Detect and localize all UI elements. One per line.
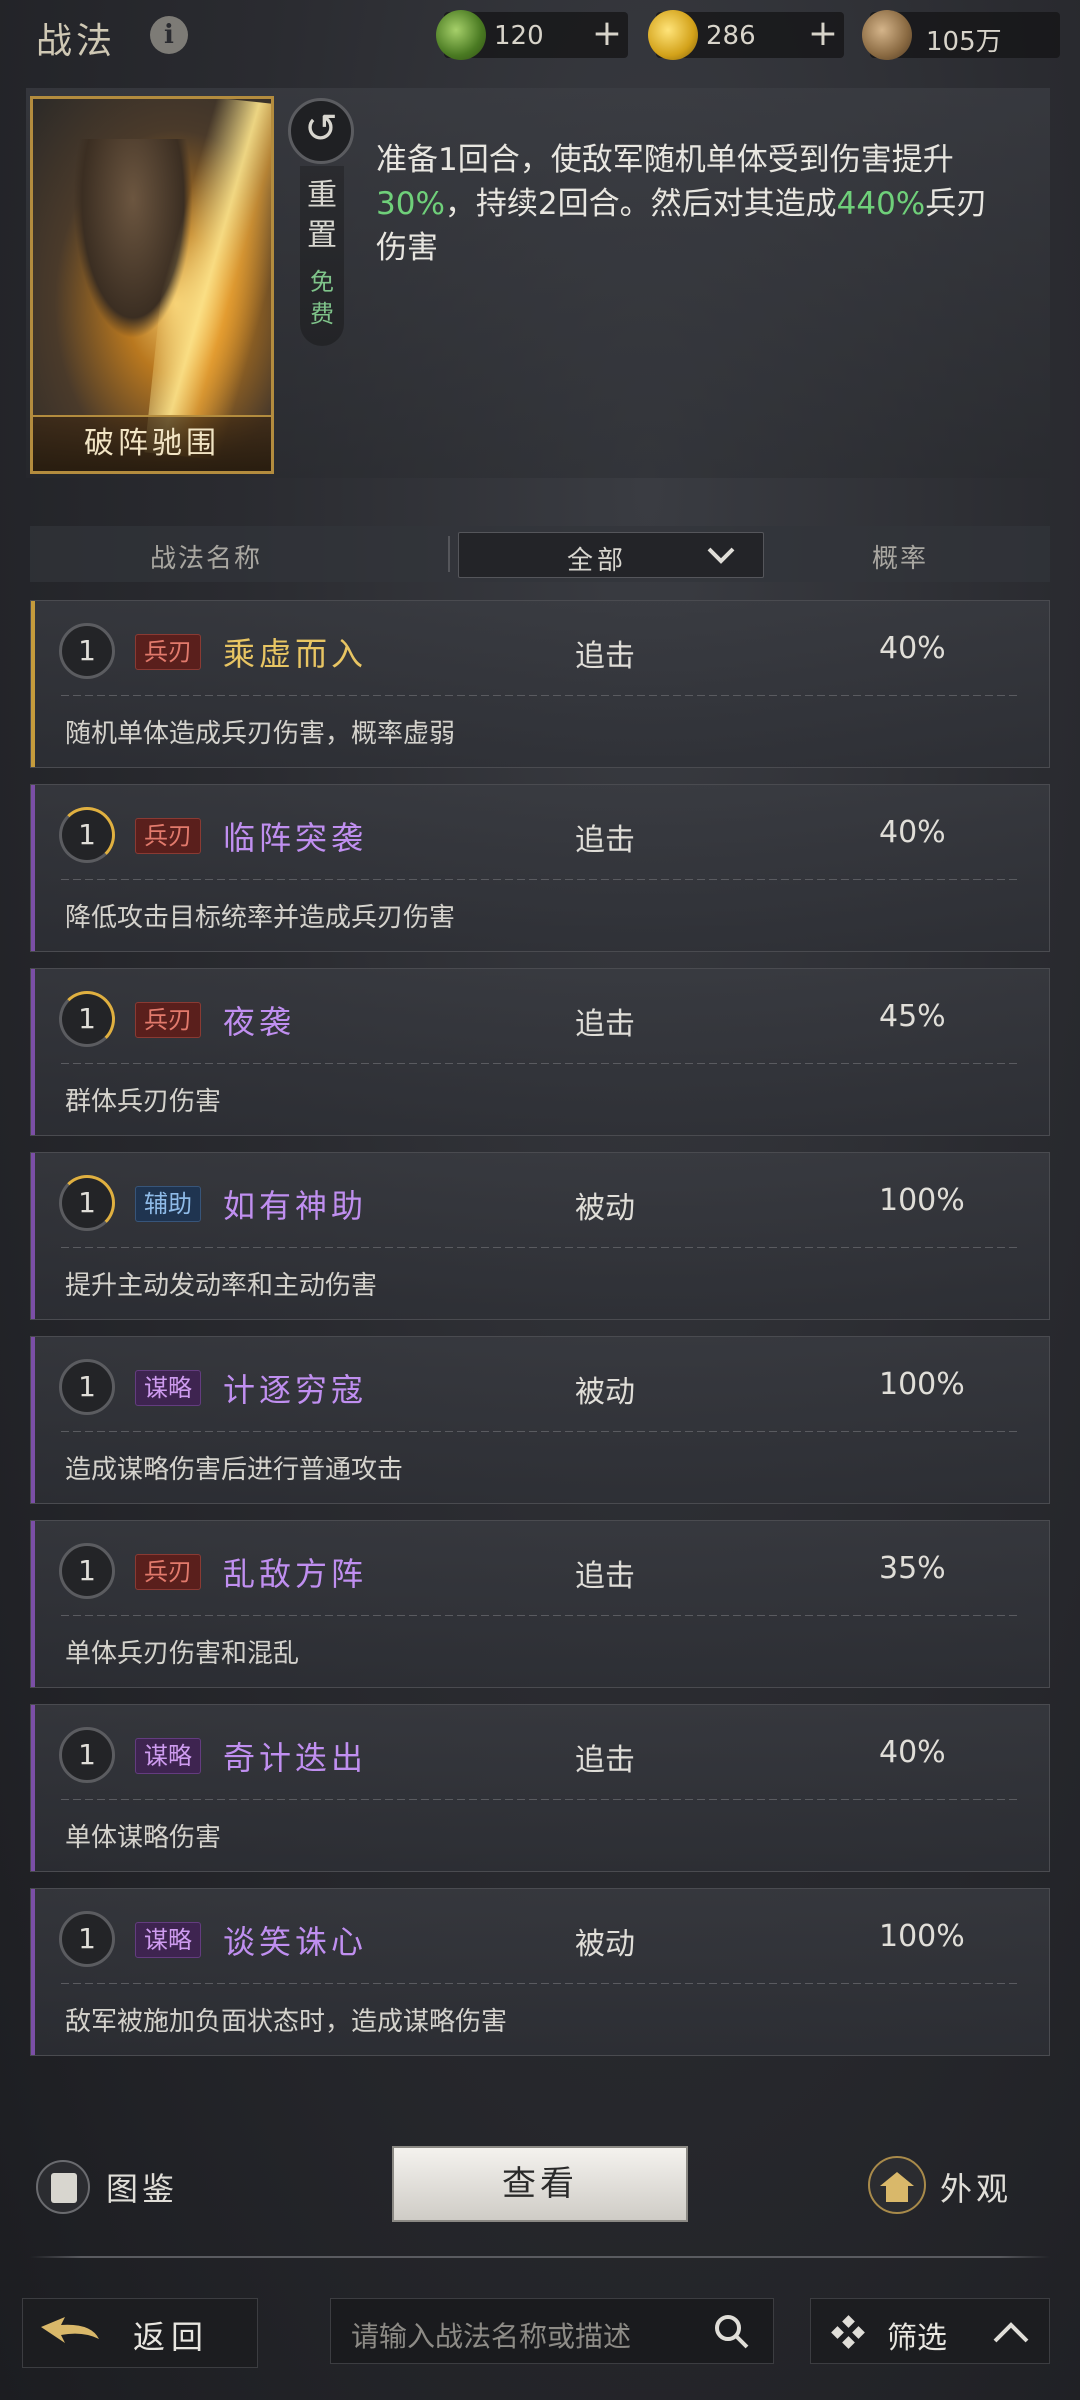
skill-prob: 40% — [879, 1735, 946, 1770]
skill-summary: 敌军被施加负面状态时，造成谋略伤害 — [65, 2007, 508, 2037]
skill-description: 准备1回合，使敌军随机单体受到伤害提升30%，持续2回合。然后对其造成440%兵… — [376, 142, 988, 266]
free-label: 免费 — [310, 268, 334, 328]
skill-row[interactable]: 1 谋略 奇计迭出 追击 40% 单体谋略伤害 — [30, 1704, 1050, 1872]
add-gold-button[interactable]: + — [808, 13, 838, 54]
skill-row[interactable]: 1 兵刃 乱敌方阵 追击 35% 单体兵刃伤害和混乱 — [30, 1520, 1050, 1688]
skill-name: 乘虚而入 — [223, 635, 368, 673]
chevron-up-icon — [993, 2322, 1029, 2343]
currency-gold: 286 + — [648, 10, 844, 60]
skill-summary: 单体兵刃伤害和混乱 — [65, 1639, 300, 1669]
codex-button[interactable]: 图鉴 — [106, 2164, 178, 2210]
skill-prob: 45% — [879, 999, 946, 1034]
skill-type: 追击 — [575, 823, 635, 858]
search-placeholder: 请输入战法名称或描述 — [351, 2320, 632, 2353]
skill-summary: 单体谋略伤害 — [65, 1823, 222, 1853]
skill-prob: 100% — [879, 1367, 965, 1402]
filter-label: 筛选 — [887, 2321, 947, 2356]
currency-jade: 120 + — [436, 10, 628, 60]
back-button[interactable]: 返回 — [22, 2298, 258, 2368]
pavilion-icon[interactable] — [868, 2156, 926, 2214]
skill-type: 追击 — [575, 1559, 635, 1594]
level-badge: 1 — [59, 991, 115, 1047]
skill-prob: 40% — [879, 815, 946, 850]
skill-row[interactable]: 1 辅助 如有神助 被动 100% 提升主动发动率和主动伤害 — [30, 1152, 1050, 1320]
info-icon[interactable]: i — [150, 16, 188, 54]
skill-row[interactable]: 1 谋略 谈笑诛心 被动 100% 敌军被施加负面状态时，造成谋略伤害 — [30, 1888, 1050, 2056]
filter-icon — [831, 2315, 865, 2349]
page-title: 战法 — [36, 21, 117, 62]
skill-prob: 100% — [879, 1919, 965, 1954]
skill-row[interactable]: 1 兵刃 临阵突袭 追击 40% 降低攻击目标统率并造成兵刃伤害 — [30, 784, 1050, 952]
skill-type: 被动 — [575, 1375, 635, 1410]
skill-name: 乱敌方阵 — [223, 1555, 368, 1593]
skill-row[interactable]: 1 兵刃 夜袭 追击 45% 群体兵刃伤害 — [30, 968, 1050, 1136]
name-column-header: 战法名称 — [150, 544, 263, 574]
dropdown-value: 全部 — [567, 546, 628, 576]
codex-icon[interactable] — [36, 2160, 90, 2214]
skill-card[interactable]: 破阵驰围 — [30, 96, 274, 474]
level-badge: 1 — [59, 807, 115, 863]
skill-tag: 兵刃 — [135, 634, 201, 670]
skill-tag: 辅助 — [135, 1186, 201, 1222]
skill-summary: 群体兵刃伤害 — [65, 1087, 222, 1117]
currency-copper: 105万 — [862, 10, 1060, 60]
copper-coin-icon — [862, 10, 912, 60]
skill-tag: 兵刃 — [135, 1554, 201, 1590]
skill-name: 临阵突袭 — [223, 819, 368, 857]
prob-column-header: 概率 — [872, 544, 929, 574]
currency-value: 120 — [494, 21, 544, 51]
chevron-down-icon — [707, 547, 735, 564]
skill-type: 追击 — [575, 1743, 635, 1778]
skill-name: 谈笑诛心 — [223, 1923, 368, 1961]
skill-prob: 40% — [879, 631, 946, 666]
skill-row[interactable]: 1 谋略 计逐穷寇 被动 100% 造成谋略伤害后进行普通攻击 — [30, 1336, 1050, 1504]
level-badge: 1 — [59, 1543, 115, 1599]
skill-name: 如有神助 — [223, 1187, 368, 1225]
skill-name: 奇计迭出 — [223, 1739, 368, 1777]
skill-name: 计逐穷寇 — [223, 1371, 368, 1409]
search-input[interactable]: 请输入战法名称或描述 — [330, 2298, 774, 2364]
skill-tag: 谋略 — [135, 1738, 201, 1774]
skill-tag: 兵刃 — [135, 818, 201, 854]
skill-tag: 谋略 — [135, 1922, 201, 1958]
view-button[interactable]: 查看 — [392, 2146, 688, 2222]
skill-name: 夜袭 — [223, 1003, 296, 1041]
skill-prob: 100% — [879, 1183, 965, 1218]
skill-card-name: 破阵驰围 — [33, 415, 271, 471]
currency-value: 286 — [706, 21, 756, 51]
skill-summary: 降低攻击目标统率并造成兵刃伤害 — [65, 903, 456, 933]
level-badge: 1 — [59, 1911, 115, 1967]
search-icon[interactable] — [713, 2313, 751, 2351]
skill-type: 被动 — [575, 1927, 635, 1962]
skill-summary: 造成谋略伤害后进行普通攻击 — [65, 1455, 404, 1485]
add-jade-button[interactable]: + — [592, 13, 622, 54]
skill-row[interactable]: 1 兵刃 乘虚而入 追击 40% 随机单体造成兵刃伤害，概率虚弱 — [30, 600, 1050, 768]
refresh-icon[interactable]: ↺ — [288, 98, 354, 164]
level-badge: 1 — [59, 623, 115, 679]
skill-type: 追击 — [575, 639, 635, 674]
divider — [30, 2256, 1050, 2258]
gold-coin-icon — [648, 10, 698, 60]
jade-coin-icon — [436, 10, 486, 60]
level-badge: 1 — [59, 1727, 115, 1783]
skill-type: 追击 — [575, 1007, 635, 1042]
type-filter-dropdown[interactable]: 全部 — [458, 532, 764, 578]
skill-type: 被动 — [575, 1191, 635, 1226]
filter-button[interactable]: 筛选 — [810, 2298, 1050, 2364]
skill-tag: 谋略 — [135, 1370, 201, 1406]
reset-label[interactable]: 重置 — [300, 176, 344, 256]
skill-prob: 35% — [879, 1551, 946, 1586]
back-label: 返回 — [133, 2318, 210, 2356]
skill-summary: 随机单体造成兵刃伤害，概率虚弱 — [65, 719, 456, 749]
skill-summary: 提升主动发动率和主动伤害 — [65, 1271, 378, 1301]
level-badge: 1 — [59, 1175, 115, 1231]
appearance-button[interactable]: 外观 — [940, 2164, 1012, 2210]
back-arrow-icon — [41, 2317, 99, 2343]
currency-value: 105万 — [926, 27, 1002, 57]
skill-tag: 兵刃 — [135, 1002, 201, 1038]
level-badge: 1 — [59, 1359, 115, 1415]
